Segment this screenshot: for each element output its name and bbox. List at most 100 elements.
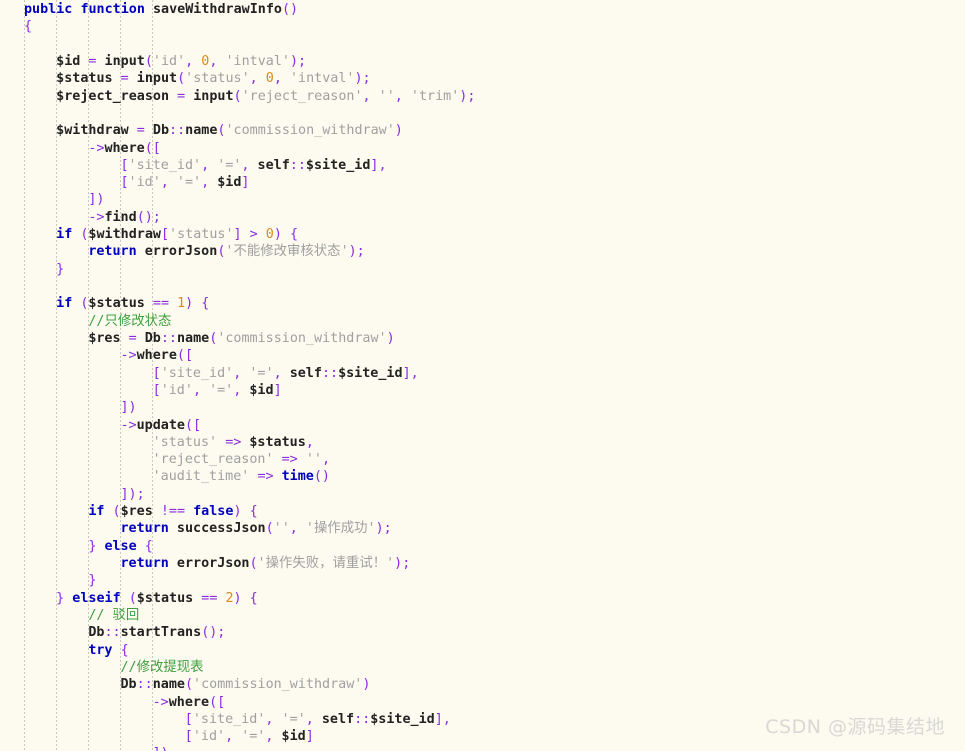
code-editor-screenshot: public function saveWithdrawInfo(){ $id … [0, 0, 965, 751]
token-str: 'reject_reason' [241, 88, 363, 104]
token-op: = [177, 88, 186, 104]
token-pn: ([ [144, 140, 161, 156]
code-line: 'status' => $status, [0, 434, 965, 451]
token-str: 'status' [185, 71, 250, 87]
token-pn: { [120, 642, 129, 658]
token-op: , [321, 452, 330, 468]
token-kw: function [80, 2, 145, 17]
token-pn: ); [348, 244, 365, 260]
code-block[interactable]: public function saveWithdrawInfo(){ $id … [0, 0, 965, 751]
code-line: } else { [0, 538, 965, 555]
token-pn: { [289, 227, 299, 243]
token-pn: ]) [120, 400, 137, 416]
code-line: ]) [0, 399, 965, 416]
token-pn: ); [459, 88, 476, 104]
token-var: $reject_reason [56, 88, 170, 104]
token-pn: { [24, 19, 33, 35]
token-str: 'site_id' [192, 711, 266, 727]
token-op: == [152, 296, 170, 312]
token-fn: self [289, 365, 322, 381]
token-cjk: 操作失败，请重试！ [265, 556, 387, 571]
token-op: , [362, 88, 371, 104]
token-pn: ) [185, 296, 194, 312]
token-fn: where [104, 140, 145, 156]
token-op: , [201, 157, 210, 173]
token-cmtc: 驳回 [112, 607, 140, 623]
token-op: , [394, 88, 403, 104]
token-op: , [289, 521, 298, 537]
token-pn: { [201, 296, 210, 312]
token-op: => [281, 452, 298, 468]
code-line: ['site_id', '=', self::$site_id], [0, 365, 965, 382]
token-pn: ]) [88, 192, 105, 208]
token-pn: () [282, 2, 299, 17]
token-pn: ] [305, 729, 314, 745]
token-cmt: // [120, 659, 137, 675]
token-pn: } [88, 573, 97, 589]
token-op: :: [321, 365, 339, 381]
token-str: '=' [209, 382, 234, 398]
token-op: , [305, 711, 314, 727]
token-cjk: 操作成功 [313, 521, 368, 537]
token-op: > [249, 227, 258, 243]
token-pn: { [249, 590, 258, 606]
token-fn: input [104, 53, 145, 69]
token-cls: Db [152, 123, 170, 139]
token-str: 'site_id' [160, 365, 234, 381]
token-op: -> [88, 209, 105, 225]
token-op: = [120, 71, 129, 87]
token-fn: errorJson [144, 244, 218, 260]
code-line: $res = Db::name('commission_withdraw') [0, 330, 965, 347]
token-num: 0 [265, 71, 274, 87]
token-str: '=' [281, 711, 306, 727]
token-str: 'commission_withdraw' [217, 330, 387, 346]
code-line: return errorJson('操作失败，请重试！'); [0, 555, 965, 572]
token-kw: if [56, 296, 73, 312]
code-line: Db::name('commission_withdraw') [0, 676, 965, 693]
token-pn: ]); [120, 486, 145, 502]
token-op: -> [152, 694, 169, 710]
token-var: $res [120, 504, 153, 520]
code-line: 'reject_reason' => '', [0, 451, 965, 468]
code-line: // 驳回 [0, 607, 965, 624]
token-pn: ) [233, 504, 242, 520]
token-op: !== [160, 504, 186, 520]
token-pn: ( [177, 71, 186, 87]
code-line: ['id', '=', $id] [0, 174, 965, 191]
token-kw: return [120, 556, 169, 571]
token-var: $id [249, 382, 274, 398]
token-cmt: // [88, 607, 113, 623]
code-line: if ($status == 1) { [0, 295, 965, 312]
token-kw: if [56, 227, 73, 243]
token-str: ' [305, 521, 314, 537]
code-line: return errorJson('不能修改审核状态'); [0, 243, 965, 260]
code-line: } [0, 261, 965, 278]
token-str: 'id' [128, 175, 161, 191]
token-pn: ) [394, 123, 403, 139]
token-fn: startTrans [120, 625, 202, 641]
token-op: , [273, 71, 282, 87]
token-op: :: [289, 157, 306, 173]
token-op: :: [104, 625, 121, 641]
token-pn: ( [144, 53, 153, 69]
token-str: 'intval' [289, 71, 355, 87]
code-line: ]) [0, 745, 965, 751]
token-op: , [160, 175, 169, 191]
token-fn: input [193, 88, 234, 104]
token-pn: ); [289, 53, 307, 69]
token-cmtc: 修改提现表 [136, 659, 204, 675]
token-var: $site_id [305, 157, 371, 173]
